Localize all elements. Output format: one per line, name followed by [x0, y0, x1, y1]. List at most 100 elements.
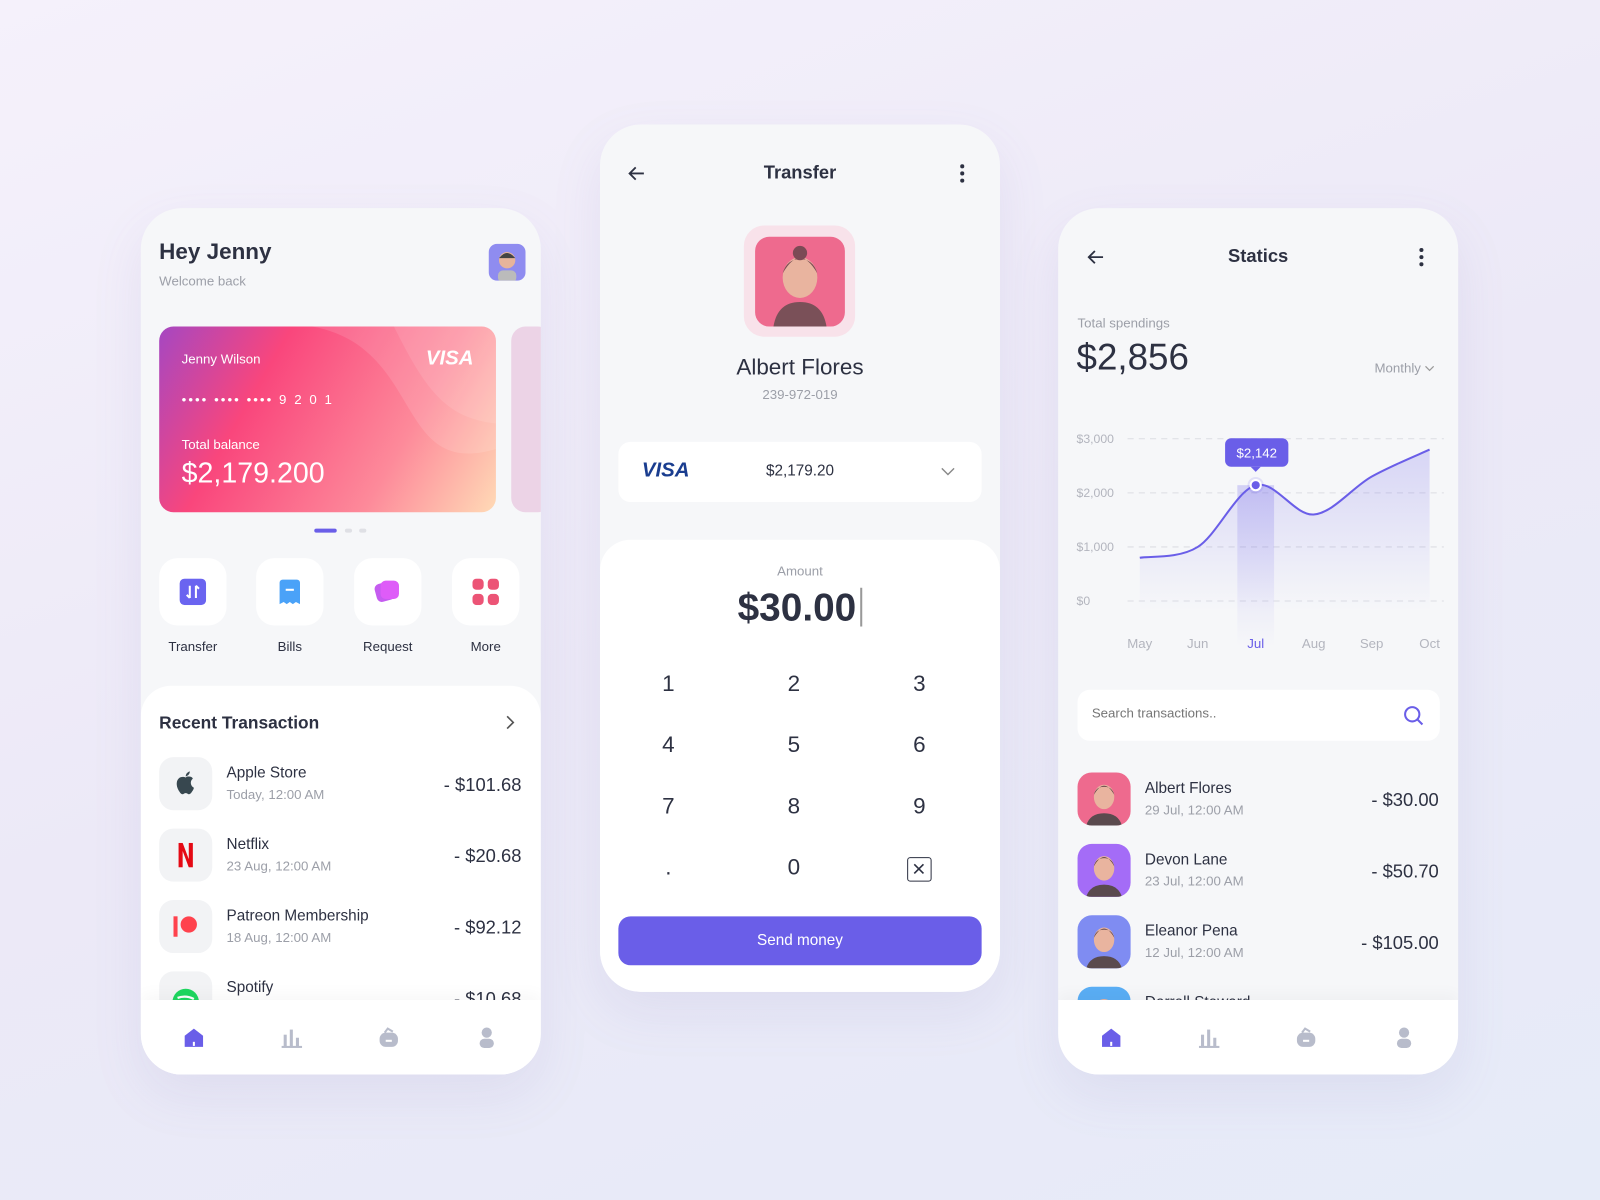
more-label: More	[470, 638, 501, 655]
transaction-amount: - $105.00	[1361, 932, 1439, 954]
apple-icon	[159, 757, 213, 811]
nav-wallet-icon[interactable]	[378, 1027, 400, 1049]
keypad-key[interactable]: 1	[628, 670, 710, 697]
search-icon[interactable]	[1403, 705, 1424, 726]
transaction-name: Albert Flores	[1144, 779, 1232, 797]
keypad-key[interactable]: 2	[753, 670, 835, 697]
contact-avatar	[1077, 772, 1131, 826]
card-select[interactable]: VISA $2,179.20	[618, 441, 982, 503]
keypad-key[interactable]: 4	[628, 732, 710, 759]
transaction-date: 23 Jul, 12:00 AM	[1144, 873, 1244, 889]
carousel-dot[interactable]	[359, 528, 367, 533]
spending-chart: $0 $1,000 $2,000 $3,000 $2,142 May Jun Jul Aug Se…	[1077, 432, 1444, 651]
bank-card[interactable]: Jenny Wilson VISA •••• •••• •••• 9 2 0 1…	[159, 326, 496, 513]
keypad-key[interactable]: 5	[753, 732, 835, 759]
x-tick-label: Oct	[1419, 636, 1440, 651]
nav-wallet-icon[interactable]	[1295, 1027, 1317, 1049]
highlight-point	[1249, 479, 1262, 492]
transfer-label: Transfer	[168, 638, 218, 655]
nav-profile-icon[interactable]	[1392, 1027, 1414, 1049]
keypad-key[interactable]: 8	[753, 793, 835, 820]
carousel-dot[interactable]	[344, 528, 353, 533]
nav-chart-icon[interactable]	[280, 1027, 302, 1049]
backspace-key[interactable]	[907, 857, 932, 882]
user-avatar[interactable]	[488, 243, 526, 281]
more-vertical-icon[interactable]	[958, 163, 966, 183]
search-box[interactable]	[1077, 689, 1440, 741]
x-tick-label: Sep	[1360, 636, 1384, 651]
keypad-key[interactable]: 0	[753, 854, 835, 881]
transfer-action-button[interactable]	[159, 558, 227, 626]
transaction-amount: - $92.12	[454, 917, 522, 938]
card-balance: $2,179.20	[765, 462, 835, 480]
amount-input[interactable]: $30.00	[600, 587, 1000, 631]
more-action-button[interactable]	[452, 558, 520, 626]
y-tick-label: $3,000	[1077, 432, 1115, 446]
transfer-icon	[179, 578, 207, 606]
more-grid-icon	[472, 578, 499, 606]
transaction-date: 18 Aug, 12:00 AM	[226, 929, 332, 945]
transaction-date: 12 Jul, 12:00 AM	[1144, 944, 1244, 961]
recipient-avatar	[743, 225, 856, 337]
transaction-row[interactable]: Albert Flores 29 Jul, 12:00 AM - $30.00	[1058, 772, 1458, 829]
recipient-account-id: 239-972-019	[762, 386, 838, 403]
transaction-date: 23 Aug, 12:00 AM	[226, 858, 332, 874]
transaction-date: Today, 12:00 AM	[226, 786, 325, 803]
transaction-row[interactable]: Patreon Membership 18 Aug, 12:00 AM - $9…	[141, 899, 541, 957]
chevron-right-icon[interactable]	[504, 714, 516, 730]
transaction-row[interactable]: Netflix 23 Aug, 12:00 AM - $20.68	[141, 828, 541, 886]
search-input[interactable]	[1091, 705, 1388, 721]
period-dropdown[interactable]: Monthly	[1374, 360, 1435, 376]
y-tick-label: $2,000	[1077, 486, 1115, 500]
recent-title: Recent Transaction	[159, 713, 320, 733]
amount-panel: Amount $30.00 1 2 3 4 5 6 7 8 9. 0 Send money	[599, 539, 1000, 992]
nav-chart-icon[interactable]	[1197, 1027, 1219, 1049]
card-balance: $2,179.200	[181, 457, 325, 489]
screen-title: Statics	[1228, 245, 1289, 267]
recipient-name: Albert Flores	[736, 354, 864, 380]
transaction-name: Eleanor Pena	[1144, 922, 1238, 940]
send-money-button[interactable]: Send money	[618, 916, 982, 966]
card-number-mask: •••• •••• ••••	[181, 391, 274, 408]
nav-profile-icon[interactable]	[475, 1027, 497, 1049]
statics-screen: Statics Total spendings $2,856 Monthly $…	[1058, 208, 1459, 1075]
total-spendings-value: $2,856	[1076, 335, 1189, 378]
x-tick-label: Jun	[1187, 636, 1208, 651]
bills-label: Bills	[277, 638, 302, 655]
x-tick-label: Aug	[1302, 636, 1326, 651]
transaction-row[interactable]: Apple Store Today, 12:00 AM - $101.68	[141, 757, 541, 814]
transaction-name: Apple Store	[226, 764, 307, 782]
keypad-key[interactable]: .	[628, 854, 710, 881]
total-spendings-label: Total spendings	[1077, 315, 1170, 331]
nav-home-icon[interactable]	[183, 1027, 205, 1049]
carousel-dot-active[interactable]	[314, 528, 337, 533]
transaction-name: Devon Lane	[1144, 851, 1228, 869]
nav-home-icon[interactable]	[1100, 1027, 1122, 1049]
balance-label: Total balance	[181, 436, 260, 453]
send-money-label: Send money	[757, 931, 843, 949]
card-last4: 9 2 0 1	[279, 391, 334, 408]
keypad-key[interactable]: 9	[879, 793, 961, 820]
transaction-row[interactable]: Eleanor Pena 12 Jul, 12:00 AM - $105.00	[1058, 915, 1458, 972]
keypad-key[interactable]: 3	[879, 670, 961, 697]
tooltip-label: $2,142	[1236, 446, 1277, 461]
request-action-button[interactable]	[354, 558, 422, 626]
bills-action-button[interactable]	[256, 558, 324, 626]
backspace-icon	[913, 863, 925, 875]
next-card-peek[interactable]	[511, 326, 541, 513]
transaction-name: Patreon Membership	[226, 907, 369, 925]
transfer-screen: Transfer Albert Flores 239-972-019 VISA …	[599, 124, 1000, 992]
card-number: •••• •••• •••• 9 2 0 1	[182, 392, 334, 407]
keypad-key[interactable]: 7	[628, 793, 710, 820]
period-value: Monthly	[1374, 360, 1421, 376]
keypad-key[interactable]: 6	[879, 732, 961, 759]
y-tick-label: $1,000	[1077, 540, 1115, 554]
more-vertical-icon[interactable]	[1417, 247, 1425, 267]
transaction-row[interactable]: Devon Lane 23 Jul, 12:00 AM - $50.70	[1058, 843, 1458, 901]
transaction-amount: - $20.68	[454, 845, 522, 867]
bill-icon	[279, 579, 300, 605]
x-tick-label: Jul	[1247, 636, 1264, 651]
chevron-down-icon	[941, 467, 955, 476]
transaction-name: Netflix	[226, 835, 270, 854]
bottom-nav	[1058, 999, 1459, 1075]
